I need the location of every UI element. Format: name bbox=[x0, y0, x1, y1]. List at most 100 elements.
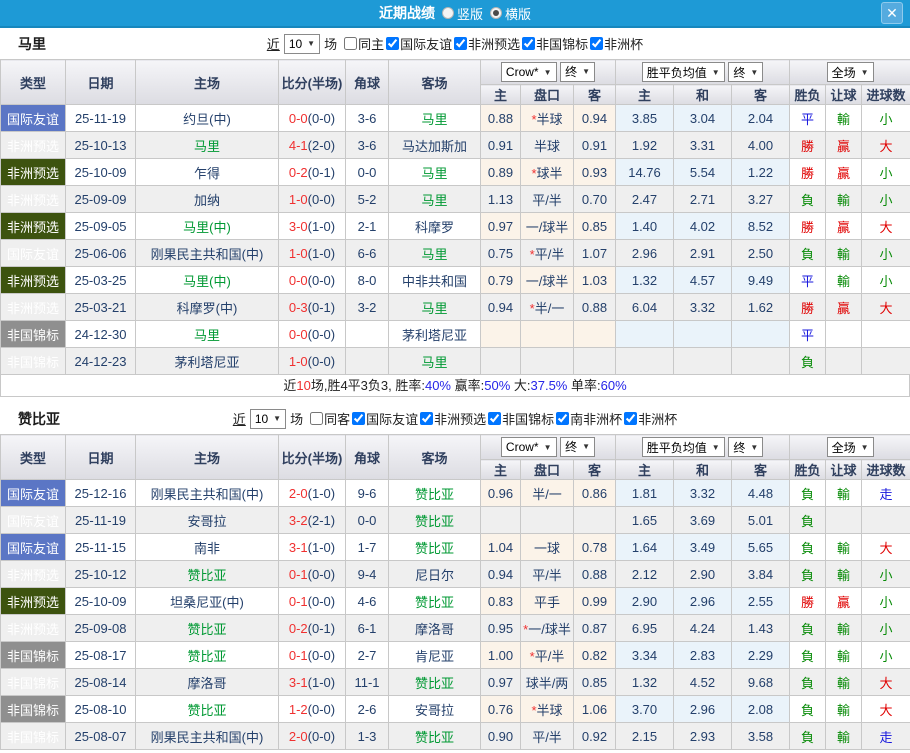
halftime-score: (0-0) bbox=[308, 567, 335, 582]
scope-select[interactable]: 全场 bbox=[827, 62, 874, 82]
filter-checkbox[interactable]: 非洲预选 bbox=[454, 34, 520, 53]
avg-draw-odds: 2.91 bbox=[674, 240, 732, 267]
corners: 6-1 bbox=[346, 615, 389, 642]
match-row: 国际友谊 25-06-06 刚果民主共和国(中) 1-0(1-0) 6-6 马里… bbox=[1, 240, 910, 267]
final-select[interactable]: 终 bbox=[728, 437, 763, 457]
recent-count-select[interactable]: 10 bbox=[250, 409, 286, 429]
away-team: 安哥拉 bbox=[389, 696, 481, 723]
result-handicap: 輸 bbox=[826, 534, 862, 561]
fulltime-score: 2-0 bbox=[289, 729, 308, 744]
avg-home-odds: 1.32 bbox=[616, 267, 674, 294]
match-row: 非国锦标 25-08-10 赞比亚 1-2(0-0) 2-6 安哥拉 0.76 … bbox=[1, 696, 910, 723]
filter-checkbox[interactable]: 非国锦标 bbox=[522, 34, 588, 53]
final-select[interactable]: 终 bbox=[560, 437, 595, 457]
competition-badge: 国际友谊 bbox=[1, 507, 66, 534]
filter-checkbox[interactable]: 国际友谊 bbox=[386, 34, 452, 53]
fulltime-score: 3-1 bbox=[289, 540, 308, 555]
avg-home-odds: 1.81 bbox=[616, 480, 674, 507]
avg-group: 胜平负均值 终 bbox=[616, 435, 790, 460]
filter-label: 非洲预选 bbox=[468, 34, 520, 53]
handicap-line: 平/半 bbox=[521, 561, 574, 588]
match-date: 25-10-12 bbox=[66, 561, 136, 588]
result-goals: 走 bbox=[862, 723, 910, 750]
filter-checkbox[interactable]: 非洲杯 bbox=[624, 409, 677, 428]
handicap-home-odds: 0.94 bbox=[481, 294, 521, 321]
avg-select[interactable]: 胜平负均值 bbox=[642, 437, 725, 457]
avg-draw-odds: 2.96 bbox=[674, 588, 732, 615]
avg-draw-odds bbox=[674, 321, 732, 348]
avg-away-odds: 1.43 bbox=[732, 615, 790, 642]
matches-tbody: 国际友谊 25-11-19 约旦(中) 0-0(0-0) 3-6 马里 0.88… bbox=[1, 105, 910, 375]
filter-checkbox[interactable]: 非洲杯 bbox=[590, 34, 643, 53]
away-team: 赞比亚 bbox=[389, 669, 481, 696]
col-pk-home: 主 bbox=[481, 460, 521, 480]
filter-checkbox[interactable]: 同主 bbox=[344, 34, 384, 53]
halftime-score: (0-0) bbox=[308, 648, 335, 663]
away-team: 马里 bbox=[389, 294, 481, 321]
layout-radio-horizontal[interactable]: 横版 bbox=[490, 4, 531, 23]
filter-checkbox[interactable]: 非洲预选 bbox=[420, 409, 486, 428]
filter-checkbox[interactable]: 国际友谊 bbox=[352, 409, 418, 428]
home-team: 赞比亚 bbox=[136, 615, 279, 642]
competition-badge: 非洲预选 bbox=[1, 294, 66, 321]
avg-home-odds: 14.76 bbox=[616, 159, 674, 186]
avg-select[interactable]: 胜平负均值 bbox=[642, 62, 725, 82]
result-wdl: 負 bbox=[790, 186, 826, 213]
avg-away-odds: 2.04 bbox=[732, 105, 790, 132]
avg-home-odds bbox=[616, 321, 674, 348]
filter-checkbox[interactable]: 同客 bbox=[310, 409, 350, 428]
final-select[interactable]: 终 bbox=[728, 62, 763, 82]
result-goals: 小 bbox=[862, 240, 910, 267]
col-home: 主场 bbox=[136, 60, 279, 105]
avg-away-odds bbox=[732, 348, 790, 375]
home-team: 刚果民主共和国(中) bbox=[136, 240, 279, 267]
page-title: 近期战绩 bbox=[379, 3, 435, 23]
close-icon[interactable]: ✕ bbox=[881, 2, 903, 24]
away-team: 马里 bbox=[389, 240, 481, 267]
col-pk-away: 客 bbox=[574, 85, 616, 105]
halftime-score: (1-0) bbox=[308, 486, 335, 501]
match-date: 25-08-07 bbox=[66, 723, 136, 750]
handicap-home-odds: 0.94 bbox=[481, 561, 521, 588]
avg-draw-odds: 3.04 bbox=[674, 105, 732, 132]
home-team: 科摩罗(中) bbox=[136, 294, 279, 321]
recent-link[interactable]: 近 bbox=[267, 34, 280, 53]
avg-draw-odds: 2.96 bbox=[674, 696, 732, 723]
match-row: 非洲预选 25-09-05 马里(中) 3-0(1-0) 2-1 科摩罗 0.9… bbox=[1, 213, 910, 240]
bookmaker-select[interactable]: Crow* bbox=[501, 437, 557, 457]
result-wdl: 勝 bbox=[790, 588, 826, 615]
handicap-line: 平/半 bbox=[521, 723, 574, 750]
recent-count-select[interactable]: 10 bbox=[284, 34, 320, 54]
result-wdl: 平 bbox=[790, 105, 826, 132]
avg-draw-odds: 3.31 bbox=[674, 132, 732, 159]
summary-segment: 单率: bbox=[567, 378, 600, 393]
recent-link[interactable]: 近 bbox=[233, 409, 246, 428]
corners: 6-6 bbox=[346, 240, 389, 267]
handicap-home-odds: 0.91 bbox=[481, 132, 521, 159]
corners: 4-6 bbox=[346, 588, 389, 615]
away-team: 中非共和国 bbox=[389, 267, 481, 294]
bookmaker-select[interactable]: Crow* bbox=[501, 62, 557, 82]
result-goals: 大 bbox=[862, 213, 910, 240]
halftime-score: (1-0) bbox=[308, 675, 335, 690]
score-cell: 0-0(0-0) bbox=[279, 105, 346, 132]
col-pk-line: 盘口 bbox=[521, 85, 574, 105]
summary-segment: 50% bbox=[484, 378, 510, 393]
avg-away-odds: 9.49 bbox=[732, 267, 790, 294]
scope-select[interactable]: 全场 bbox=[827, 437, 874, 457]
final-select[interactable]: 终 bbox=[560, 62, 595, 82]
result-handicap bbox=[826, 348, 862, 375]
handicap-line: 平手 bbox=[521, 588, 574, 615]
col-rang: 让球 bbox=[826, 85, 862, 105]
handicap-line: *平/半 bbox=[521, 240, 574, 267]
layout-radio-vertical[interactable]: 竖版 bbox=[442, 4, 483, 23]
radio-icon bbox=[490, 7, 502, 19]
result-wdl: 勝 bbox=[790, 159, 826, 186]
filter-label: 非国锦标 bbox=[502, 409, 554, 428]
result-goals: 小 bbox=[862, 105, 910, 132]
filter-checkbox[interactable]: 南非洲杯 bbox=[556, 409, 622, 428]
filter-label: 国际友谊 bbox=[400, 34, 452, 53]
corners: 3-6 bbox=[346, 105, 389, 132]
result-goals bbox=[862, 348, 910, 375]
filter-checkbox[interactable]: 非国锦标 bbox=[488, 409, 554, 428]
